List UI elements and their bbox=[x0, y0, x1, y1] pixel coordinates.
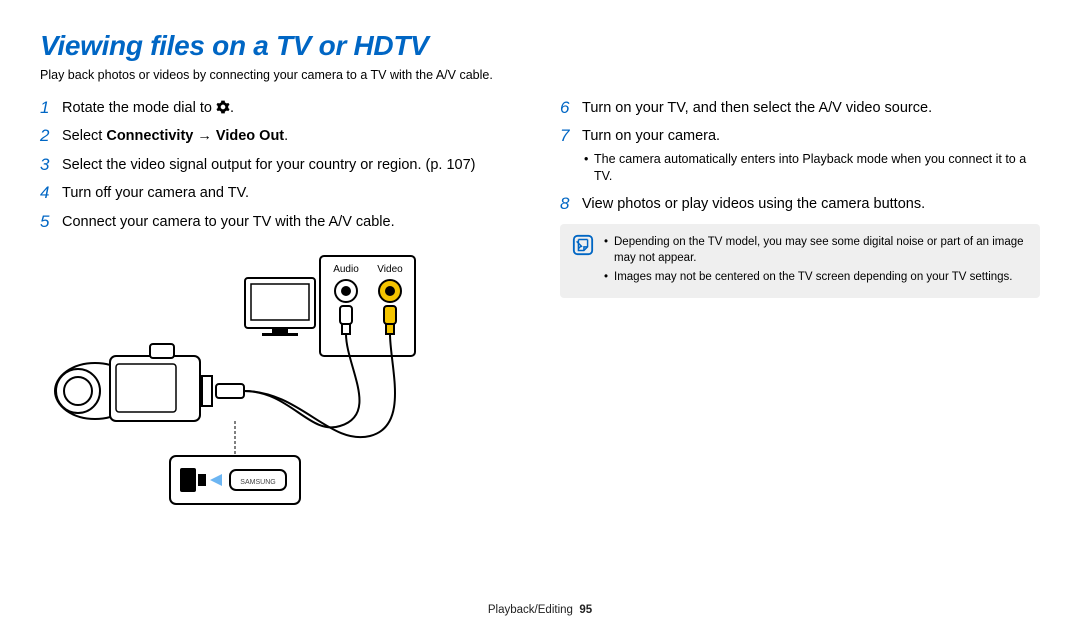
step-7: 7 Turn on your camera. The camera automa… bbox=[560, 126, 1040, 185]
step-number: 7 bbox=[560, 126, 582, 146]
step-text: Select Connectivity → Video Out. bbox=[62, 126, 520, 146]
step-5: 5 Connect your camera to your TV with th… bbox=[40, 212, 520, 232]
step-6: 6 Turn on your TV, and then select the A… bbox=[560, 98, 1040, 118]
note-1: Depending on the TV model, you may see s… bbox=[604, 234, 1028, 266]
note-icon bbox=[572, 234, 594, 256]
step-text: Rotate the mode dial to . bbox=[62, 98, 520, 118]
step-number: 2 bbox=[40, 126, 62, 146]
step-text: Turn on your camera. The camera automati… bbox=[582, 126, 1040, 185]
step-text: View photos or play videos using the cam… bbox=[582, 194, 1040, 214]
note-bullets: Depending on the TV model, you may see s… bbox=[604, 234, 1028, 288]
svg-text:SAMSUNG: SAMSUNG bbox=[240, 479, 275, 486]
step-7-sub-1: The camera automatically enters into Pla… bbox=[582, 151, 1040, 186]
right-steps: 6 Turn on your TV, and then select the A… bbox=[560, 98, 1040, 214]
gear-icon bbox=[216, 100, 230, 114]
left-steps: 1 Rotate the mode dial to . 2 Select Con… bbox=[40, 98, 520, 232]
step-7-text: Turn on your camera. bbox=[582, 128, 720, 144]
step-2-mid: → bbox=[193, 128, 216, 144]
step-2: 2 Select Connectivity → Video Out. bbox=[40, 126, 520, 146]
content-columns: 1 Rotate the mode dial to . 2 Select Con… bbox=[40, 98, 1040, 531]
footer-page-number: 95 bbox=[579, 604, 592, 616]
right-column: 6 Turn on your TV, and then select the A… bbox=[560, 98, 1040, 531]
page-footer: Playback/Editing 95 bbox=[0, 604, 1080, 616]
step-1: 1 Rotate the mode dial to . bbox=[40, 98, 520, 118]
diagram-video-label: Video bbox=[377, 264, 403, 275]
diagram-audio-label: Audio bbox=[333, 264, 359, 275]
step-2-bold1: Connectivity bbox=[106, 128, 193, 144]
step-4: 4 Turn off your camera and TV. bbox=[40, 183, 520, 203]
step-3: 3 Select the video signal output for you… bbox=[40, 155, 520, 175]
step-7-subbullets: The camera automatically enters into Pla… bbox=[582, 151, 1040, 186]
step-number: 3 bbox=[40, 155, 62, 175]
step-text: Turn on your TV, and then select the A/V… bbox=[582, 98, 1040, 118]
step-text-pre: Rotate the mode dial to bbox=[62, 100, 216, 116]
step-number: 8 bbox=[560, 194, 582, 214]
footer-section: Playback/Editing bbox=[488, 604, 573, 616]
step-text: Turn off your camera and TV. bbox=[62, 183, 520, 203]
step-number: 1 bbox=[40, 98, 62, 118]
step-2-bold2: Video Out bbox=[216, 128, 284, 144]
page-subtitle: Play back photos or videos by connecting… bbox=[40, 68, 1040, 82]
step-text-post: . bbox=[230, 100, 234, 116]
step-number: 6 bbox=[560, 98, 582, 118]
step-2-pre: Select bbox=[62, 128, 106, 144]
step-2-post: . bbox=[284, 128, 288, 144]
connection-diagram: Audio Video bbox=[40, 246, 420, 526]
step-text: Select the video signal output for your … bbox=[62, 155, 520, 175]
left-column: 1 Rotate the mode dial to . 2 Select Con… bbox=[40, 98, 520, 531]
step-text: Connect your camera to your TV with the … bbox=[62, 212, 520, 232]
page-title: Viewing files on a TV or HDTV bbox=[40, 30, 1040, 62]
step-number: 4 bbox=[40, 183, 62, 203]
note-box: Depending on the TV model, you may see s… bbox=[560, 224, 1040, 298]
step-8: 8 View photos or play videos using the c… bbox=[560, 194, 1040, 214]
step-number: 5 bbox=[40, 212, 62, 232]
note-2: Images may not be centered on the TV scr… bbox=[604, 269, 1028, 285]
